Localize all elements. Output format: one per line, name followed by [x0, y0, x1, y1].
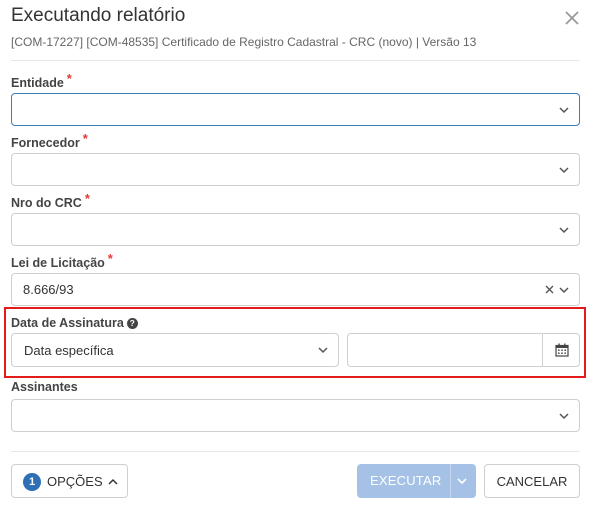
chevron-down-icon: [318, 347, 328, 354]
calendar-separator: [542, 334, 543, 366]
execute-split-separator: [450, 464, 451, 498]
entidade-select[interactable]: [11, 93, 580, 126]
lei-licitacao-label: Lei de Licitação *: [11, 251, 113, 270]
execute-button[interactable]: EXECUTAR: [357, 464, 476, 498]
calendar-icon[interactable]: [555, 343, 569, 357]
options-label: OPÇÕES: [47, 474, 103, 489]
chevron-down-icon: [559, 167, 569, 174]
nro-crc-select[interactable]: [11, 213, 580, 246]
required-mark: *: [107, 251, 113, 266]
chevron-down-icon: [559, 107, 569, 114]
assinantes-select[interactable]: [11, 399, 580, 432]
close-icon[interactable]: [562, 8, 582, 28]
footer-divider: [11, 451, 580, 452]
fornecedor-label-text: Fornecedor: [11, 136, 80, 150]
data-assinatura-type-value: Data específica: [24, 343, 114, 358]
options-count-badge: 1: [23, 473, 41, 491]
dialog-subtitle: [COM-17227] [COM-48535] Certificado de R…: [11, 35, 477, 49]
lei-licitacao-label-text: Lei de Licitação: [11, 256, 105, 270]
lei-licitacao-select[interactable]: 8.666/93: [11, 273, 580, 306]
fornecedor-select[interactable]: [11, 153, 580, 186]
help-circle-icon[interactable]: ?: [126, 318, 138, 329]
chevron-down-icon: [559, 413, 569, 420]
chevron-down-icon: [559, 287, 569, 294]
options-button[interactable]: 1 OPÇÕES: [11, 464, 128, 498]
fornecedor-label: Fornecedor *: [11, 131, 88, 150]
entidade-label: Entidade *: [11, 71, 72, 90]
required-mark: *: [82, 131, 88, 146]
cancel-button[interactable]: CANCELAR: [484, 464, 580, 498]
chevron-down-icon[interactable]: [456, 475, 468, 487]
chevron-up-icon: [108, 478, 118, 485]
assinantes-label: Assinantes: [11, 380, 78, 394]
header-divider: [11, 60, 580, 61]
execute-label: EXECUTAR: [370, 473, 442, 488]
chevron-down-icon: [559, 227, 569, 234]
data-assinatura-label-text: Data de Assinatura: [11, 316, 124, 330]
lei-licitacao-value: 8.666/93: [23, 282, 74, 297]
data-assinatura-date-input[interactable]: [347, 333, 580, 367]
nro-crc-label-text: Nro do CRC: [11, 196, 82, 210]
dialog-title: Executando relatório: [11, 5, 186, 26]
cancel-label: CANCELAR: [496, 474, 568, 489]
required-mark: *: [84, 191, 90, 206]
assinantes-label-text: Assinantes: [11, 380, 78, 394]
data-assinatura-label: Data de Assinatura?: [11, 316, 138, 330]
required-mark: *: [66, 71, 72, 86]
entidade-label-text: Entidade: [11, 76, 64, 90]
clear-icon[interactable]: [544, 284, 555, 295]
data-assinatura-type-select[interactable]: Data específica: [11, 333, 339, 367]
nro-crc-label: Nro do CRC *: [11, 191, 90, 210]
